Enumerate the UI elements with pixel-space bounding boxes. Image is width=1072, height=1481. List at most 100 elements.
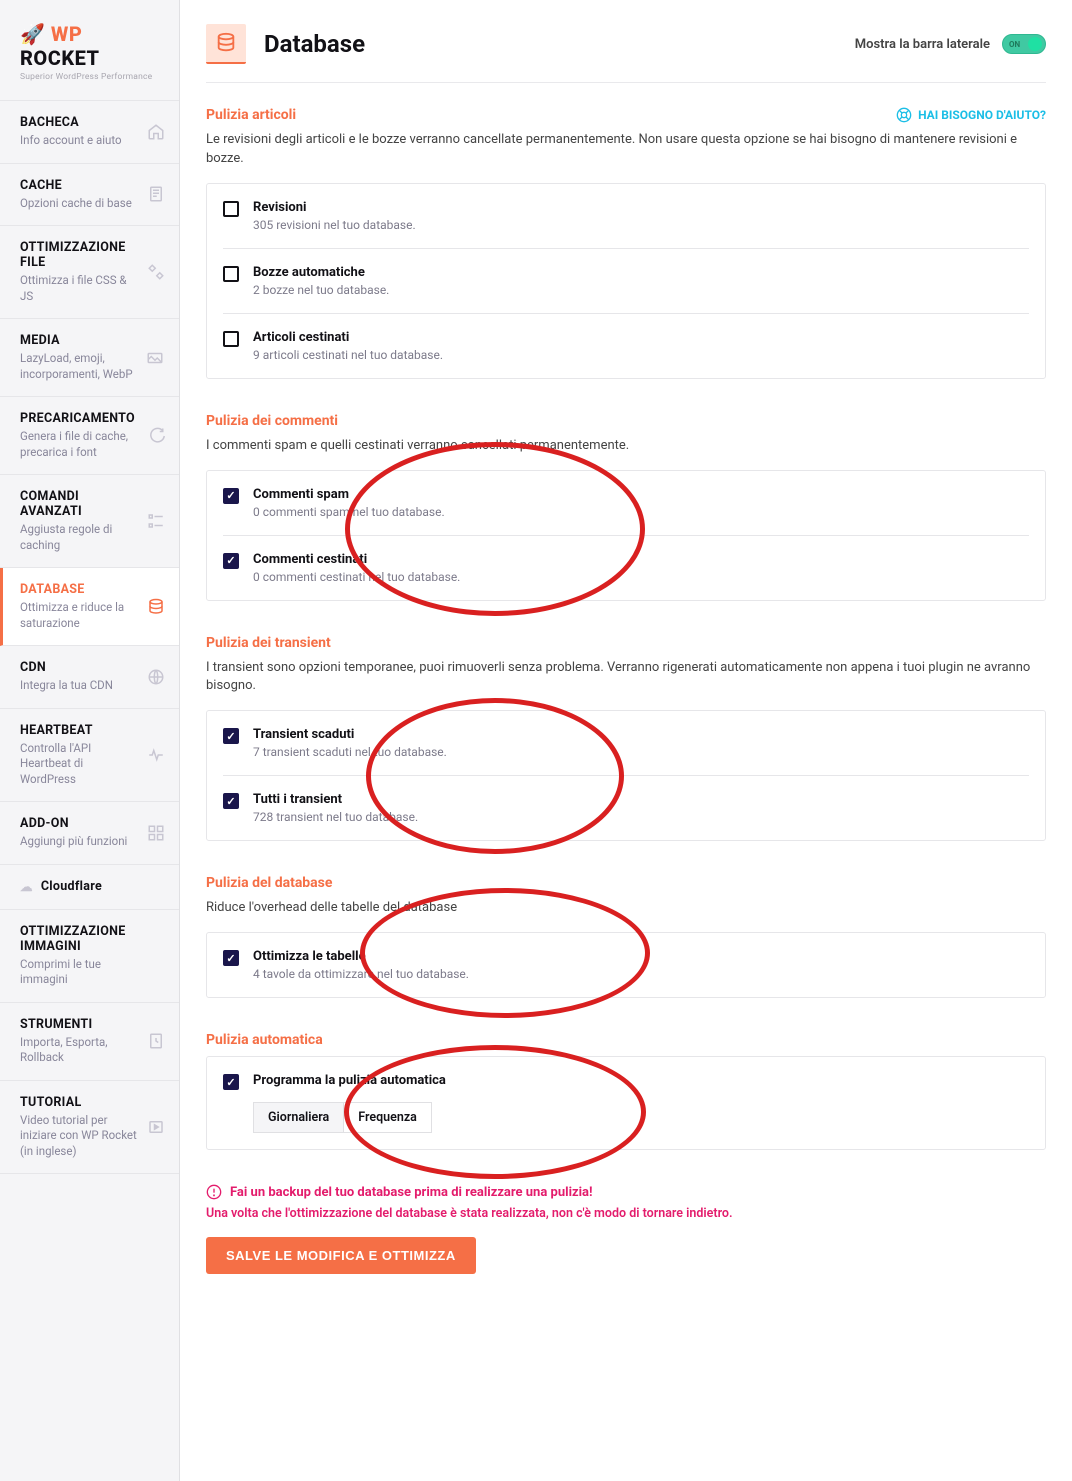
- logo: 🚀 WP ROCKET Superior WordPress Performan…: [0, 0, 179, 101]
- option-title: Bozze automatiche: [253, 265, 1029, 280]
- sidebar-item-media[interactable]: MEDIA LazyLoad, emoji, incorporamenti, W…: [0, 319, 179, 397]
- section-database: Pulizia del database Riduce l'overhead d…: [206, 875, 1046, 998]
- sidebar-item-ottimizzazione-immagini[interactable]: OTTIMIZZAZIONE IMMAGINI Comprimi le tue …: [0, 910, 179, 1003]
- nav-icon: [147, 1032, 165, 1050]
- page-title: Database: [264, 30, 365, 58]
- nav-label: STRUMENTI: [20, 1017, 137, 1032]
- nav-desc: Comprimi le tue immagini: [20, 957, 137, 988]
- nav-label: BACHECA: [20, 115, 137, 130]
- nav-desc: Integra la tua CDN: [20, 678, 137, 694]
- sidebar-item-precaricamento[interactable]: PRECARICAMENTO Genera i file di cache, p…: [0, 397, 179, 475]
- section-title-comments: Pulizia dei commenti: [206, 413, 338, 429]
- nav-desc: Video tutorial per iniziare con WP Rocke…: [20, 1113, 137, 1160]
- option-row: Tutti i transient 728 transient nel tuo …: [223, 776, 1029, 840]
- option-row: Articoli cestinati 9 articoli cestinati …: [223, 314, 1029, 378]
- checkbox-tutti-i-transient[interactable]: [223, 793, 239, 809]
- nav-label: CACHE: [20, 178, 137, 193]
- option-row-schedule: Programma la pulizia automatica Giornali…: [223, 1057, 1029, 1149]
- sidebar-item-cdn[interactable]: CDN Integra la tua CDN: [0, 646, 179, 709]
- option-title: Ottimizza le tabelle: [253, 949, 1029, 964]
- nav-desc: Ottimizza e riduce la saturazione: [20, 600, 137, 631]
- sidebar-item-comandi-avanzati[interactable]: COMANDI AVANZATI Aggiusta regole di cach…: [0, 475, 179, 568]
- nav-label: OTTIMIZZAZIONE FILE: [20, 240, 137, 270]
- warning-line: Fai un backup del tuo database prima di …: [206, 1184, 1046, 1200]
- nav-desc: Aggiusta regole di caching: [20, 522, 137, 553]
- option-row: Bozze automatiche 2 bozze nel tuo databa…: [223, 249, 1029, 314]
- option-row: Transient scaduti 7 transient scaduti ne…: [223, 711, 1029, 776]
- nav-desc: LazyLoad, emoji, incorporamenti, WebP: [20, 351, 137, 382]
- nav-label: Cloudflare: [41, 879, 102, 894]
- option-title: Commenti cestinati: [253, 552, 1029, 567]
- warning-sub: Una volta che l'ottimizzazione del datab…: [206, 1206, 1046, 1221]
- sidebar-item-strumenti[interactable]: STRUMENTI Importa, Esporta, Rollback: [0, 1003, 179, 1081]
- nav-label: PRECARICAMENTO: [20, 411, 137, 426]
- sidebar-item-add-on[interactable]: ADD-ON Aggiungi più funzioni: [0, 802, 179, 865]
- nav-desc: Importa, Esporta, Rollback: [20, 1035, 137, 1066]
- checkbox-bozze-automatiche[interactable]: [223, 266, 239, 282]
- nav-label: OTTIMIZZAZIONE IMMAGINI: [20, 924, 137, 954]
- nav-label: MEDIA: [20, 333, 137, 348]
- checkbox-commenti-cestinati[interactable]: [223, 553, 239, 569]
- sidebar-item-database[interactable]: DATABASE Ottimizza e riduce la saturazio…: [0, 568, 179, 646]
- schedule-value-select[interactable]: Giornaliera: [253, 1102, 344, 1133]
- save-optimize-button[interactable]: SALVE LE MODIFICA E OTTIMIZZA: [206, 1237, 476, 1274]
- checkbox-commenti-spam[interactable]: [223, 488, 239, 504]
- nav-icon: [147, 1118, 165, 1136]
- nav-desc: Ottimizza i file CSS & JS: [20, 273, 137, 304]
- option-title: Revisioni: [253, 200, 1029, 215]
- nav-icon: [147, 668, 165, 686]
- nav-desc: Controlla l'API Heartbeat di WordPress: [20, 741, 137, 788]
- section-title-transients: Pulizia dei transient: [206, 635, 331, 651]
- option-title: Transient scaduti: [253, 727, 1029, 742]
- option-desc: 305 revisioni nel tuo database.: [253, 218, 1029, 232]
- options-box-transients: Transient scaduti 7 transient scaduti ne…: [206, 710, 1046, 841]
- checkbox-schedule[interactable]: [223, 1074, 239, 1090]
- nav-label: DATABASE: [20, 582, 137, 597]
- option-desc: 4 tavole da ottimizzare nel tuo database…: [253, 967, 1029, 981]
- option-title-schedule: Programma la pulizia automatica: [253, 1073, 1029, 1088]
- nav-icon: [147, 824, 165, 842]
- help-link[interactable]: HAI BISOGNO D'AIUTO?: [896, 107, 1046, 123]
- nav-desc: Opzioni cache di base: [20, 196, 137, 212]
- nav-icon: [147, 746, 165, 764]
- checkbox-transient-scaduti[interactable]: [223, 728, 239, 744]
- nav-label: COMANDI AVANZATI: [20, 489, 137, 519]
- option-desc: 7 transient scaduti nel tuo database.: [253, 745, 1029, 759]
- option-row: Commenti cestinati 0 commenti cestinati …: [223, 536, 1029, 600]
- option-desc: 728 transient nel tuo database.: [253, 810, 1029, 824]
- section-auto: Pulizia automatica Programma la pulizia …: [206, 1032, 1046, 1150]
- nav-icon: [147, 123, 165, 141]
- sidebar-item-cloudflare[interactable]: ☁Cloudflare: [0, 865, 179, 910]
- option-desc: 9 articoli cestinati nel tuo database.: [253, 348, 1029, 362]
- sidebar-item-ottimizzazione-file[interactable]: OTTIMIZZAZIONE FILE Ottimizza i file CSS…: [0, 226, 179, 319]
- sidebar-item-tutorial[interactable]: TUTORIAL Video tutorial per iniziare con…: [0, 1081, 179, 1175]
- checkbox-ottimizza-le-tabelle[interactable]: [223, 950, 239, 966]
- nav-label: ADD-ON: [20, 816, 137, 831]
- section-title-database: Pulizia del database: [206, 875, 332, 891]
- sidebar-item-cache[interactable]: CACHE Opzioni cache di base: [0, 164, 179, 227]
- section-comments: Pulizia dei commenti I commenti spam e q…: [206, 413, 1046, 601]
- sidebar-item-bacheca[interactable]: BACHECA Info account e aiuto: [0, 101, 179, 164]
- nav-icon: [147, 598, 165, 616]
- section-transients: Pulizia dei transient I transient sono o…: [206, 635, 1046, 842]
- checkbox-revisioni[interactable]: [223, 201, 239, 217]
- sidebar: 🚀 WP ROCKET Superior WordPress Performan…: [0, 0, 180, 1481]
- option-desc: 0 commenti spam nel tuo database.: [253, 505, 1029, 519]
- option-row: Ottimizza le tabelle 4 tavole da ottimiz…: [223, 933, 1029, 997]
- checkbox-articoli-cestinati[interactable]: [223, 331, 239, 347]
- nav-desc: Genera i file di cache, precarica i font: [20, 429, 137, 460]
- sidebar-toggle-switch[interactable]: ON: [1002, 34, 1046, 54]
- nav-desc: Aggiungi più funzioni: [20, 834, 137, 850]
- options-box-auto: Programma la pulizia automatica Giornali…: [206, 1056, 1046, 1150]
- nav-icon: [147, 263, 165, 281]
- schedule-frequency-label: Frequenza: [344, 1102, 432, 1133]
- nav-label: TUTORIAL: [20, 1095, 137, 1110]
- nav-desc: Info account e aiuto: [20, 133, 137, 149]
- sidebar-item-heartbeat[interactable]: HEARTBEAT Controlla l'API Heartbeat di W…: [0, 709, 179, 803]
- option-title: Commenti spam: [253, 487, 1029, 502]
- nav: BACHECA Info account e aiuto CACHE Opzio…: [0, 101, 179, 1174]
- option-title: Tutti i transient: [253, 792, 1029, 807]
- section-posts: Pulizia articoli HAI BISOGNO D'AIUTO? Le…: [206, 107, 1046, 379]
- nav-icon: [145, 349, 165, 367]
- option-row: Commenti spam 0 commenti spam nel tuo da…: [223, 471, 1029, 536]
